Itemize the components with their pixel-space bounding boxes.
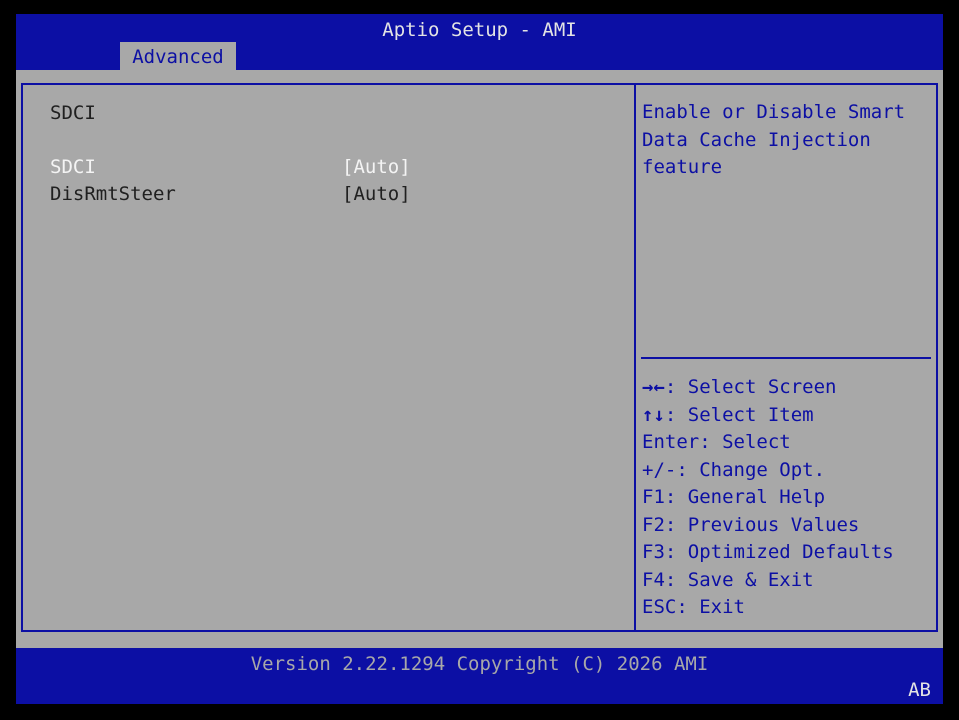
setting-value[interactable]: [Auto] — [342, 182, 411, 206]
footer-bar: Version 2.22.1294 Copyright (C) 2026 AMI… — [16, 648, 943, 704]
tab-advanced[interactable]: Advanced — [120, 42, 236, 70]
key-help-enter: Enter: Select — [642, 431, 791, 453]
key-help-exit: ESC: Exit — [642, 596, 745, 618]
footer-badge: AB — [908, 679, 931, 701]
bios-screen: Aptio Setup - AMI Advanced SDCI SDCI [Au… — [16, 14, 943, 704]
key-help-general-help: F1: General Help — [642, 486, 826, 508]
setting-label: SDCI — [50, 156, 96, 178]
help-panel: Enable or Disable Smart Data Cache Injec… — [642, 99, 932, 182]
key-help-panel: →←: Select Screen ↑↓: Select Item Enter:… — [642, 374, 932, 622]
key-help-change-opt: +/-: Change Opt. — [642, 458, 826, 481]
header-bar: Aptio Setup - AMI Advanced — [16, 14, 943, 70]
help-text-line: feature — [642, 156, 723, 178]
version-text: Version 2.22.1294 Copyright (C) 2026 AMI — [250, 653, 709, 675]
key-help-select-screen: →←: Select Screen — [642, 374, 932, 402]
app-title: Aptio Setup - AMI — [382, 19, 577, 41]
help-text-line: Data Cache Injection — [642, 128, 871, 151]
key-help-desc: : Select Item — [664, 403, 814, 426]
panel-divider — [634, 83, 636, 632]
help-text-line: Enable or Disable Smart — [642, 101, 906, 123]
help-divider — [641, 357, 931, 359]
setting-row-sdci[interactable]: SDCI [Auto] — [50, 155, 610, 179]
key-help-optimized-defaults: F3: Optimized Defaults — [642, 541, 894, 563]
key-help-save-exit: F4: Save & Exit — [642, 568, 814, 591]
setting-label: DisRmtSteer — [50, 183, 176, 205]
setting-value[interactable]: [Auto] — [342, 155, 411, 179]
section-title: SDCI — [50, 102, 96, 124]
key-help-desc: : Select Screen — [664, 376, 837, 398]
key-help-select-item: ↑↓: Select Item — [642, 402, 932, 430]
setting-row-disrmtsteer[interactable]: DisRmtSteer [Auto] — [50, 182, 610, 206]
up-down-arrows-icon: ↑↓ — [642, 403, 665, 426]
key-help-previous-values: F2: Previous Values — [642, 513, 860, 536]
left-right-arrows-icon: →← — [642, 376, 665, 398]
